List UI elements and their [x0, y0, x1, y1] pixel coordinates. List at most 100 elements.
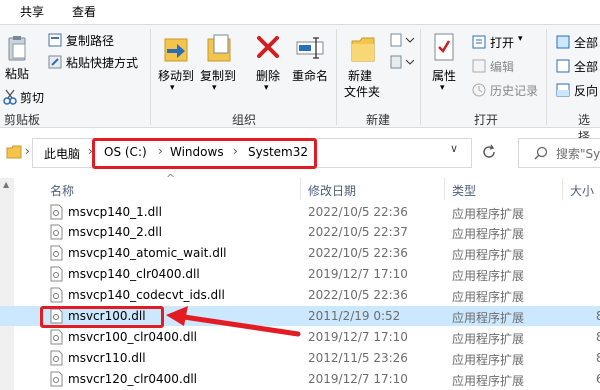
- folder-icon: [6, 145, 22, 159]
- rename-button[interactable]: 重命名: [292, 69, 328, 84]
- paste-icon: [8, 36, 26, 61]
- ribbon-tabs: 共享 查看: [0, 0, 600, 24]
- file-row[interactable]: msvcp140_clr0400.dll 2019/12/7 17:10 应用程…: [0, 264, 600, 284]
- new-folder-label-2[interactable]: 文件夹: [344, 85, 380, 100]
- paste-shortcut-button[interactable]: 粘贴快捷方式: [66, 54, 138, 71]
- dll-file-icon: [50, 266, 63, 282]
- edit-button[interactable]: 编辑: [490, 58, 514, 75]
- copy-path-icon: [48, 33, 62, 47]
- breadcrumb-this-pc[interactable]: 此电脑: [44, 145, 80, 162]
- file-date: 2019/12/7 17:10: [308, 372, 408, 386]
- file-type: 应用程序扩展: [452, 248, 525, 262]
- scissors-icon: [3, 89, 17, 105]
- file-date: 2011/2/19 0:52: [308, 309, 401, 323]
- history-button[interactable]: 历史记录: [490, 82, 538, 99]
- file-type: 应用程序扩展: [452, 332, 525, 346]
- open-button[interactable]: 打开: [490, 34, 514, 51]
- column-divider[interactable]: [444, 178, 445, 200]
- file-name: msvcp140_1.dll: [68, 205, 162, 219]
- open-dropdown-icon[interactable]: ▾: [518, 34, 523, 44]
- column-name-header[interactable]: 名称: [50, 182, 74, 199]
- new-item-icon[interactable]: [390, 33, 414, 47]
- file-size: 8: [596, 330, 600, 344]
- organize-group-label: 组织: [232, 113, 257, 127]
- file-date: 2022/10/5 22:36: [308, 205, 408, 219]
- easy-access-icon[interactable]: [390, 55, 414, 69]
- file-date: 2022/10/5 22:36: [308, 288, 408, 302]
- search-icon: [534, 146, 548, 160]
- search-input[interactable]: 搜索"Sy: [556, 145, 600, 162]
- ribbon-separator: [150, 29, 151, 125]
- file-date: 2019/12/7 17:10: [308, 330, 408, 344]
- file-row[interactable]: msvcr120_clr0400.dll 2019/12/7 17:10 应用程…: [0, 369, 600, 389]
- column-size-header[interactable]: 大小: [570, 182, 594, 199]
- file-row[interactable]: msvcr110.dll 2012/11/5 23:26 应用程序扩展 8: [0, 348, 600, 368]
- file-row[interactable]: msvcp140_2.dll 2022/10/5 22:37 应用程序扩展: [0, 222, 600, 242]
- ribbon-separator: [546, 29, 547, 125]
- chevron-down-icon[interactable]: ∨: [450, 142, 458, 155]
- cut-button[interactable]: 剪切: [20, 89, 44, 106]
- copy-path-button[interactable]: 复制路径: [66, 32, 114, 49]
- new-group-label: 新建: [366, 113, 391, 127]
- file-size: 6: [596, 372, 600, 386]
- properties-button[interactable]: 属性: [432, 69, 456, 84]
- file-row[interactable]: msvcp140_1.dll 2022/10/5 22:36 应用程序扩展: [0, 202, 600, 222]
- select-all-button[interactable]: 全部: [574, 34, 598, 51]
- ribbon-separator: [336, 29, 337, 125]
- file-date: 2022/10/5 22:37: [308, 225, 408, 239]
- properties-icon: [434, 33, 454, 61]
- column-divider[interactable]: [562, 178, 563, 200]
- file-name: msvcp140_atomic_wait.dll: [68, 246, 227, 260]
- properties-dropdown-icon[interactable]: ▾: [440, 83, 445, 93]
- file-date: 2019/12/7 17:10: [308, 267, 408, 281]
- move-to-dropdown-icon[interactable]: ▾: [170, 83, 175, 93]
- delete-button[interactable]: 删除: [256, 69, 280, 84]
- edit-icon: [472, 59, 486, 73]
- file-row[interactable]: msvcp140_atomic_wait.dll 2022/10/5 22:36…: [0, 243, 600, 263]
- history-icon: [472, 83, 486, 97]
- dll-file-icon: [50, 371, 63, 387]
- file-highlight-annotation: [40, 306, 164, 328]
- file-type: 应用程序扩展: [452, 311, 525, 325]
- select-none-button[interactable]: 全部: [574, 58, 598, 75]
- copy-to-button[interactable]: 复制到: [200, 69, 236, 84]
- column-date-header[interactable]: 修改日期: [308, 182, 356, 199]
- ribbon: 粘贴 复制路径 粘贴快捷方式 剪切 剪贴板 移动到 ▾ 复制到 ▾ 删除 ▾ 重…: [0, 24, 600, 144]
- column-type-header[interactable]: 类型: [452, 182, 476, 199]
- red-arrow-icon: [166, 306, 301, 337]
- column-header: ^ 名称 修改日期 类型 大小: [0, 172, 600, 200]
- dll-file-icon: [50, 350, 63, 366]
- column-divider[interactable]: [300, 178, 301, 200]
- new-folder-icon: [351, 37, 375, 62]
- clipboard-group-label: 剪贴板: [4, 113, 41, 127]
- file-type: 应用程序扩展: [452, 207, 525, 221]
- delete-dropdown-icon[interactable]: ▾: [264, 83, 269, 93]
- dll-file-icon: [50, 245, 63, 261]
- refresh-icon[interactable]: [481, 144, 497, 160]
- open-icon: [472, 35, 486, 49]
- dll-file-icon: [50, 287, 63, 303]
- tab-share[interactable]: 共享: [20, 3, 44, 20]
- invert-selection-icon: [556, 83, 570, 97]
- paste-button[interactable]: 粘贴: [5, 67, 29, 82]
- copy-to-dropdown-icon[interactable]: ▾: [212, 83, 217, 93]
- file-date: 2012/11/5 23:26: [308, 351, 408, 365]
- file-name: msvcr110.dll: [68, 351, 146, 365]
- file-size: 8: [596, 309, 600, 323]
- move-to-icon: [164, 38, 188, 62]
- select-all-icon: [556, 35, 570, 49]
- move-to-button[interactable]: 移动到: [158, 69, 194, 84]
- file-type: 应用程序扩展: [452, 227, 525, 241]
- file-name: msvcp140_clr0400.dll: [68, 267, 200, 281]
- file-name: msvcp140_2.dll: [68, 225, 162, 239]
- dll-file-icon: [50, 329, 63, 345]
- open-group-label: 打开: [474, 113, 499, 127]
- file-type: 应用程序扩展: [452, 374, 525, 388]
- dll-file-icon: [50, 224, 63, 240]
- invert-selection-button[interactable]: 反向: [574, 82, 598, 99]
- tab-view[interactable]: 查看: [72, 3, 96, 20]
- address-highlight-annotation: [92, 138, 317, 169]
- new-folder-label-1[interactable]: 新建: [348, 69, 372, 84]
- file-type: 应用程序扩展: [452, 353, 525, 367]
- file-row[interactable]: msvcp140_codecvt_ids.dll 2022/10/5 22:36…: [0, 285, 600, 305]
